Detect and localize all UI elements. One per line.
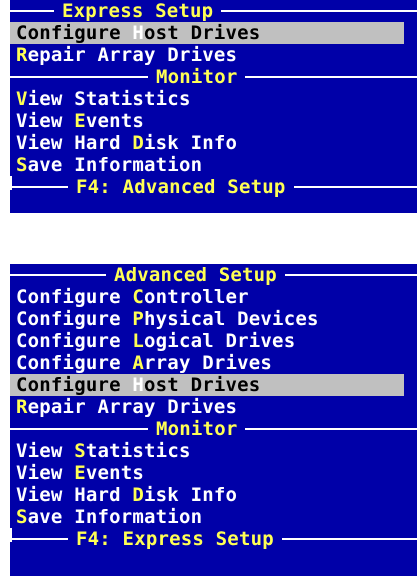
- footer-rule-right: [281, 538, 417, 540]
- footer-rule-left: [12, 186, 68, 188]
- menu-item-view-statistics[interactable]: View Statistics: [10, 440, 404, 462]
- menu-item-view-hard-disk-info[interactable]: View Hard Disk Info: [10, 132, 404, 154]
- monitor-rule-left: [10, 76, 148, 78]
- monitor-header: Monitor: [10, 66, 417, 88]
- advanced-setup-header: Advanced Setup: [10, 264, 417, 286]
- advanced-footer: F4: Express Setup: [10, 528, 417, 550]
- menu-item-save-information[interactable]: Save Information: [10, 154, 404, 176]
- monitor-rule-right: [245, 428, 417, 430]
- menu-item-view-hard-disk-info[interactable]: View Hard Disk Info: [10, 484, 404, 506]
- menu-item-configure-host-drives[interactable]: Configure Host Drives: [10, 22, 404, 44]
- advanced-setup-shortcut[interactable]: F4: Advanced Setup: [68, 176, 294, 198]
- monitor-title: Monitor: [156, 66, 238, 88]
- header-rule-left: [10, 274, 106, 276]
- advanced-setup-panel: Advanced Setup Configure Controller Conf…: [10, 264, 417, 576]
- monitor-header: Monitor: [10, 418, 417, 440]
- menu-item-configure-physical-devices[interactable]: Configure Physical Devices: [10, 308, 404, 330]
- menu-item-repair-array-drives[interactable]: Repair Array Drives: [10, 396, 404, 418]
- header-rule-right: [284, 274, 417, 276]
- monitor-rule-right: [245, 76, 417, 78]
- express-setup-panel: Express Setup Configure Host Drives Repa…: [10, 0, 417, 213]
- express-setup-shortcut[interactable]: F4: Express Setup: [68, 528, 282, 550]
- menu-item-view-events[interactable]: View Events: [10, 110, 404, 132]
- header-rule-right: [221, 10, 417, 12]
- express-footer: F4: Advanced Setup: [10, 176, 417, 198]
- menu-item-repair-array-drives[interactable]: Repair Array Drives: [10, 44, 404, 66]
- menu-item-configure-host-drives[interactable]: Configure Host Drives: [10, 374, 404, 396]
- advanced-setup-title: Advanced Setup: [114, 264, 277, 286]
- footer-rule-left: [12, 538, 68, 540]
- monitor-title: Monitor: [156, 418, 238, 440]
- menu-item-save-information[interactable]: Save Information: [10, 506, 404, 528]
- menu-item-configure-controller[interactable]: Configure Controller: [10, 286, 404, 308]
- menu-item-view-events[interactable]: View Events: [10, 462, 404, 484]
- menu-item-configure-logical-drives[interactable]: Configure Logical Drives: [10, 330, 404, 352]
- footer-rule-right: [293, 186, 417, 188]
- monitor-rule-left: [10, 428, 148, 430]
- menu-item-view-statistics[interactable]: View Statistics: [10, 88, 404, 110]
- express-setup-title: Express Setup: [62, 0, 214, 22]
- menu-item-configure-array-drives[interactable]: Configure Array Drives: [10, 352, 404, 374]
- express-setup-header: Express Setup: [10, 0, 417, 22]
- header-rule-left: [10, 10, 54, 12]
